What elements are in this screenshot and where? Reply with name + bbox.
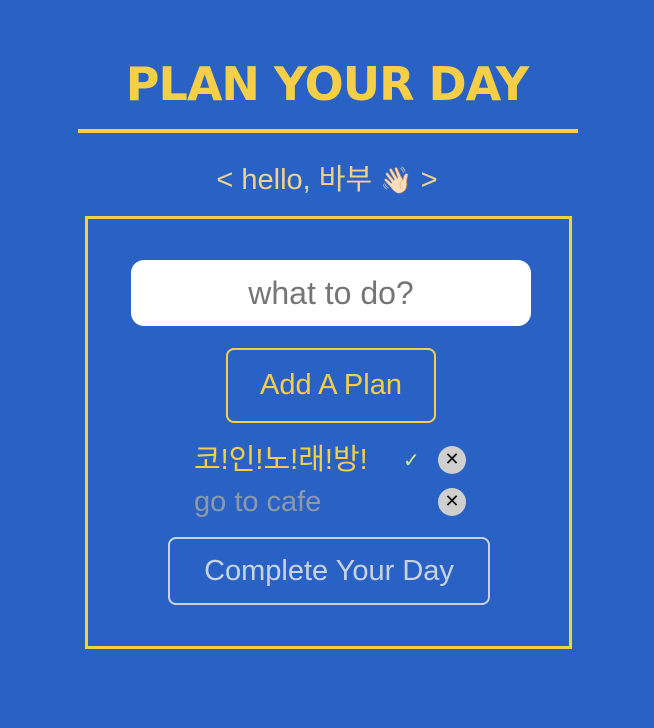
todo-input[interactable] xyxy=(131,260,531,326)
list-item[interactable]: go to cafe ✕ xyxy=(194,481,474,523)
plan-panel: Add A Plan 코!인!노!래!방! ✓ ✕ go to cafe ✕ C… xyxy=(85,216,572,649)
delete-plan-button[interactable]: ✕ xyxy=(438,446,466,474)
page-title: PLAN YOUR DAY xyxy=(125,57,529,111)
plan-list: 코!인!노!래!방! ✓ ✕ go to cafe ✕ xyxy=(194,439,474,523)
delete-plan-button[interactable]: ✕ xyxy=(438,488,466,516)
checkmark-icon: ✓ xyxy=(403,448,420,472)
plan-text[interactable]: 코!인!노!래!방! xyxy=(194,439,368,481)
complete-day-button[interactable]: Complete Your Day xyxy=(168,537,490,605)
greeting-text: < hello, 바부 xyxy=(216,164,381,196)
greeting-suffix: > xyxy=(412,164,438,196)
greeting: < hello, 바부 👋🏻 > xyxy=(0,160,654,201)
title-divider xyxy=(78,129,578,133)
waving-hand-icon: 👋🏻 xyxy=(380,166,413,196)
plan-text[interactable]: go to cafe xyxy=(194,481,321,523)
plan-your-day-page: PLAN YOUR DAY < hello, 바부 👋🏻 > Add A Pla… xyxy=(0,0,654,728)
add-plan-button[interactable]: Add A Plan xyxy=(226,348,436,423)
list-item[interactable]: 코!인!노!래!방! ✓ ✕ xyxy=(194,439,474,481)
